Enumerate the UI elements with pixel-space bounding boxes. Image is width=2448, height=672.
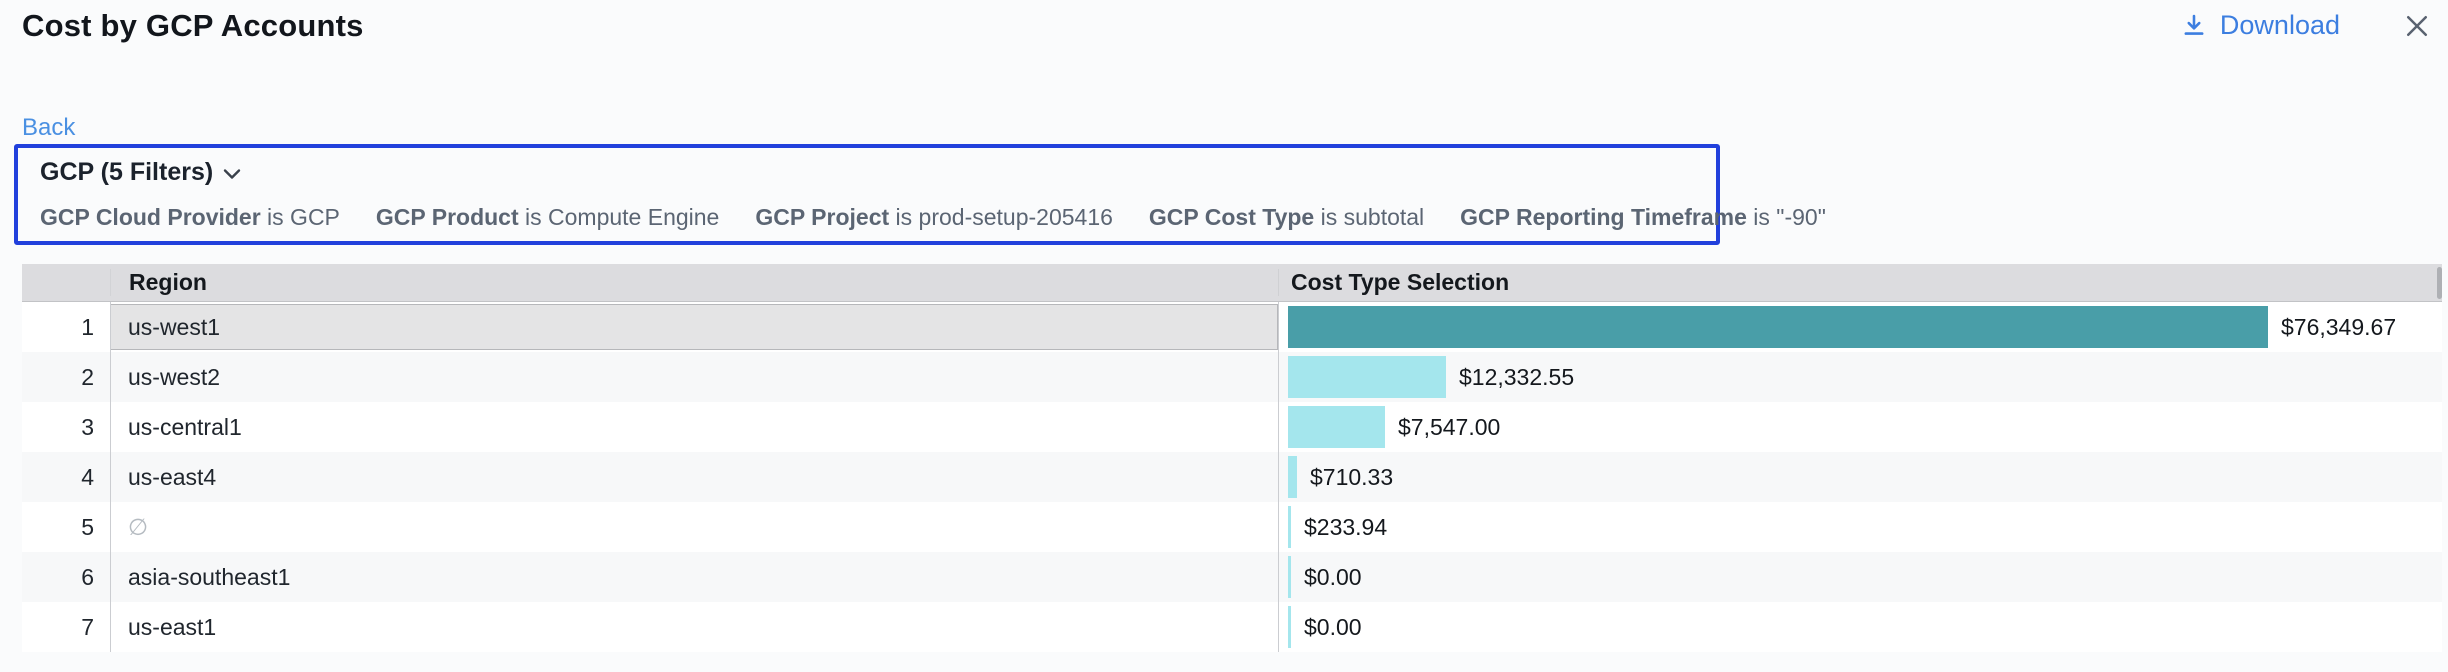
filter-chip-value: is "-90"	[1747, 204, 1826, 230]
cost-cell: $233.94	[1278, 502, 2442, 552]
filter-chip[interactable]: GCP Project is prod-setup-205416	[755, 204, 1113, 231]
filter-chip[interactable]: GCP Reporting Timeframe is "-90"	[1460, 204, 1826, 231]
cost-bar[interactable]	[1288, 356, 1446, 398]
cost-value-label: $12,332.55	[1459, 364, 1574, 391]
download-label: Download	[2220, 10, 2340, 41]
cost-cell: $0.00	[1278, 602, 2442, 652]
row-index: 3	[22, 402, 110, 452]
filter-chip-list: GCP Cloud Provider is GCP GCP Product is …	[40, 204, 1716, 231]
region-cell[interactable]: us-west1	[110, 304, 1278, 350]
region-cell[interactable]: us-east1	[110, 602, 1278, 652]
region-cell[interactable]: asia-southeast1	[110, 552, 1278, 602]
cost-value-label: $76,349.67	[2281, 314, 2396, 341]
row-index: 7	[22, 602, 110, 652]
table-row[interactable]: 2 us-west2 $12,332.55	[22, 352, 2442, 402]
region-label: us-west1	[128, 314, 220, 341]
cost-bar[interactable]	[1288, 456, 1297, 498]
filter-chip[interactable]: GCP Cost Type is subtotal	[1149, 204, 1424, 231]
region-label: us-central1	[128, 414, 242, 441]
vertical-scrollbar-thumb[interactable]	[2437, 267, 2442, 299]
cost-cell: $0.00	[1278, 552, 2442, 602]
page-title: Cost by GCP Accounts	[22, 8, 364, 44]
cost-value-label: $0.00	[1304, 614, 1362, 641]
filter-chip-name: GCP Cloud Provider	[40, 204, 261, 230]
filter-chip-name: GCP Reporting Timeframe	[1460, 204, 1747, 230]
close-icon	[2402, 11, 2432, 41]
cost-value-label: $7,547.00	[1398, 414, 1500, 441]
filter-chip[interactable]: GCP Cloud Provider is GCP	[40, 204, 340, 231]
top-actions: Download	[2180, 10, 2432, 41]
region-cell[interactable]: us-west2	[110, 352, 1278, 402]
close-button[interactable]	[2402, 11, 2432, 41]
filter-panel: GCP (5 Filters) GCP Cloud Provider is GC…	[14, 144, 1720, 245]
region-cell[interactable]: us-east4	[110, 452, 1278, 502]
row-index: 2	[22, 352, 110, 402]
cost-value-label: $710.33	[1310, 464, 1393, 491]
region-label: us-east1	[128, 614, 216, 641]
column-divider	[110, 302, 111, 652]
filter-chip[interactable]: GCP Product is Compute Engine	[376, 204, 719, 231]
region-column-header[interactable]: Region	[110, 269, 1278, 296]
download-icon	[2180, 12, 2208, 40]
cost-value-label: $233.94	[1304, 514, 1387, 541]
table-body: 1us-west1$76,349.672us-west2$12,332.553u…	[22, 302, 2442, 652]
filter-chip-value: is GCP	[261, 204, 340, 230]
cost-bar[interactable]	[1288, 606, 1291, 648]
cost-bar[interactable]	[1288, 556, 1291, 598]
region-label: us-west2	[128, 364, 220, 391]
filter-chip-value: is subtotal	[1314, 204, 1424, 230]
filter-chip-value: is Compute Engine	[519, 204, 720, 230]
filter-summary-toggle[interactable]: GCP (5 Filters)	[40, 158, 241, 187]
row-index: 5	[22, 502, 110, 552]
table-row[interactable]: 5 ∅ $233.94	[22, 502, 2442, 552]
column-divider	[1278, 302, 1279, 652]
row-index: 4	[22, 452, 110, 502]
cost-table: Region Cost Type Selection 1 us-west1 $76,…	[22, 264, 2442, 652]
null-value-glyph: ∅	[128, 514, 148, 541]
table-row[interactable]: 1 us-west1 $76,349.67	[22, 302, 2442, 352]
table-row[interactable]: 7 us-east1 $0.00	[22, 602, 2442, 652]
table-header-row: Region Cost Type Selection	[22, 264, 2442, 302]
filter-chip-name: GCP Product	[376, 204, 519, 230]
region-cell[interactable]: ∅	[110, 502, 1278, 552]
cost-cell: $12,332.55	[1278, 352, 2442, 402]
cost-cell: $76,349.67	[1278, 302, 2442, 352]
download-button[interactable]: Download	[2180, 10, 2340, 41]
region-label: asia-southeast1	[128, 564, 290, 591]
filter-chip-name: GCP Cost Type	[1149, 204, 1314, 230]
row-index: 6	[22, 552, 110, 602]
cost-value-label: $0.00	[1304, 564, 1362, 591]
chevron-down-icon	[223, 168, 241, 180]
table-row[interactable]: 6 asia-southeast1 $0.00	[22, 552, 2442, 602]
cost-type-selection-column-header[interactable]: Cost Type Selection	[1278, 269, 2442, 296]
filter-chip-value: is prod-setup-205416	[889, 204, 1113, 230]
cost-bar[interactable]	[1288, 306, 2268, 348]
row-index: 1	[22, 302, 110, 352]
table-row[interactable]: 3 us-central1 $7,547.00	[22, 402, 2442, 452]
cost-cell: $7,547.00	[1278, 402, 2442, 452]
region-label: us-east4	[128, 464, 216, 491]
back-link[interactable]: Back	[22, 114, 75, 142]
region-cell[interactable]: us-central1	[110, 402, 1278, 452]
table-row[interactable]: 4 us-east4 $710.33	[22, 452, 2442, 502]
filter-summary-label: GCP (5 Filters)	[40, 158, 213, 187]
cost-bar[interactable]	[1288, 406, 1385, 448]
filter-chip-name: GCP Project	[755, 204, 889, 230]
cost-cell: $710.33	[1278, 452, 2442, 502]
cost-bar[interactable]	[1288, 506, 1291, 548]
